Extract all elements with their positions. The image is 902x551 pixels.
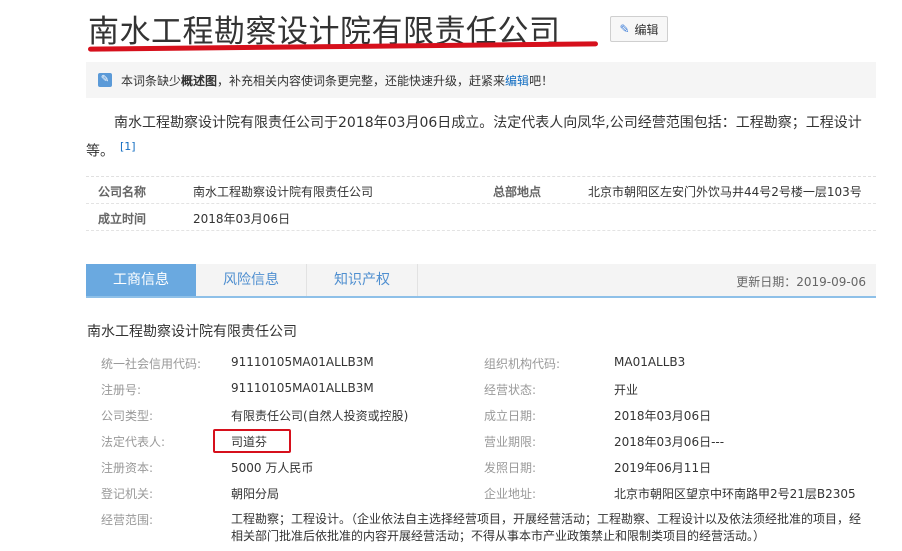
notice-text: 本词条缺少概述图，补充相关内容使词条更完整，还能快速升级，赶紧来编辑吧！ <box>121 72 553 89</box>
credit-code-label: 统一社会信用代码: <box>101 357 202 371</box>
term-label: 营业期限: <box>484 435 537 449</box>
reg-no-value: 91110105MA01ALLB3M <box>231 381 374 395</box>
authority-label: 登记机关: <box>101 487 154 501</box>
table-row: 注册号: 91110105MA01ALLB3M 经营状态: 开业 <box>86 381 876 407</box>
credit-code-value: 91110105MA01ALLB3M <box>231 355 374 369</box>
table-row: 法定代表人: 司道芬 营业期限: 2018年03月06日--- <box>86 433 876 459</box>
issue-date-value: 2019年06月11日 <box>614 461 712 475</box>
org-code-label: 组织机构代码: <box>484 357 561 371</box>
status-label: 经营状态: <box>484 383 537 397</box>
tab-ip[interactable]: 知识产权 <box>307 264 417 296</box>
hq-label: 总部地点 <box>493 185 542 199</box>
notice-prefix: 本词条缺少 <box>121 74 182 88</box>
basic-info-row: 公司名称 南水工程勘察设计院有限责任公司 总部地点 北京市朝阳区左安门外饮马井4… <box>86 177 876 204</box>
basic-info-box: 公司名称 南水工程勘察设计院有限责任公司 总部地点 北京市朝阳区左安门外饮马井4… <box>86 176 876 231</box>
authority-value: 朝阳分局 <box>231 487 280 501</box>
notice-edit-link[interactable]: 编辑 <box>505 74 529 88</box>
address-label: 企业地址: <box>484 487 537 501</box>
company-name-label: 公司名称 <box>98 185 147 199</box>
term-value: 2018年03月06日--- <box>614 435 725 449</box>
est-date-value: 2018年03月06日 <box>614 409 712 423</box>
table-row: 登记机关: 朝阳分局 企业地址: 北京市朝阳区望京中环南路甲2号21层B2305 <box>86 485 876 511</box>
status-value: 开业 <box>614 383 639 397</box>
update-date: 更新日期：2019-09-06 <box>736 275 866 289</box>
table-row: 公司类型: 有限责任公司(自然人投资或控股) 成立日期: 2018年03月06日 <box>86 407 876 433</box>
table-row: 经营范围: 工程勘察；工程设计。（企业依法自主选择经营项目，开展经营活动；工程勘… <box>86 511 876 551</box>
info-tabs: 工商信息 风险信息 知识产权 更新日期：2019-09-06 <box>86 264 876 298</box>
legal-rep-highlight-box <box>213 429 291 453</box>
edit-button[interactable]: ✎ 编辑 <box>610 16 668 42</box>
org-code-value: MA01ALLB3 <box>614 355 686 369</box>
company-heading: 南水工程勘察设计院有限责任公司 <box>87 324 297 340</box>
hq-value: 北京市朝阳区左安门外饮马井44号2号楼一层103号 <box>588 185 862 199</box>
address-value: 北京市朝阳区望京中环南路甲2号21层B2305 <box>614 487 856 501</box>
basic-info-row: 成立时间 2018年03月06日 <box>86 204 876 231</box>
est-date-label: 成立日期: <box>484 409 537 423</box>
notice-suffix: 吧！ <box>529 74 554 88</box>
summary-paragraph: 南水工程勘察设计院有限责任公司于2018年03月06日成立。法定代表人向凤华,公… <box>86 112 866 164</box>
company-type-value: 有限责任公司(自然人投资或控股) <box>231 409 409 423</box>
table-row: 统一社会信用代码: 91110105MA01ALLB3M 组织机构代码: MA0… <box>86 355 876 381</box>
notice-bold: 概述图 <box>181 74 218 88</box>
founded-value: 2018年03月06日 <box>193 212 291 226</box>
tab-business-info[interactable]: 工商信息 <box>86 264 196 296</box>
tab-divider <box>417 264 418 296</box>
table-row: 注册资本: 5000 万人民币 发照日期: 2019年06月11日 <box>86 459 876 485</box>
capital-label: 注册资本: <box>101 461 154 475</box>
reference-link[interactable]: [1] <box>120 140 136 153</box>
capital-value: 5000 万人民币 <box>231 461 314 475</box>
notice-middle: ，补充相关内容使词条更完整，还能快速升级，赶紧来 <box>217 74 506 88</box>
company-name-value: 南水工程勘察设计院有限责任公司 <box>193 185 374 199</box>
founded-label: 成立时间 <box>98 212 147 226</box>
summary-text: 南水工程勘察设计院有限责任公司于2018年03月06日成立。法定代表人向凤华,公… <box>86 115 862 160</box>
reg-no-label: 注册号: <box>101 383 142 397</box>
scope-label: 经营范围: <box>101 513 154 527</box>
tab-risk-info[interactable]: 风险信息 <box>196 264 306 296</box>
scope-value: 工程勘察；工程设计。（企业依法自主选择经营项目，开展经营活动；工程勘察、工程设计… <box>231 512 862 543</box>
issue-date-label: 发照日期: <box>484 461 537 475</box>
edit-note-icon: ✎ <box>98 73 112 87</box>
company-type-label: 公司类型: <box>101 409 154 423</box>
pencil-icon: ✎ <box>619 22 630 36</box>
legal-rep-label: 法定代表人: <box>101 435 166 449</box>
edit-button-label: 编辑 <box>634 22 659 37</box>
